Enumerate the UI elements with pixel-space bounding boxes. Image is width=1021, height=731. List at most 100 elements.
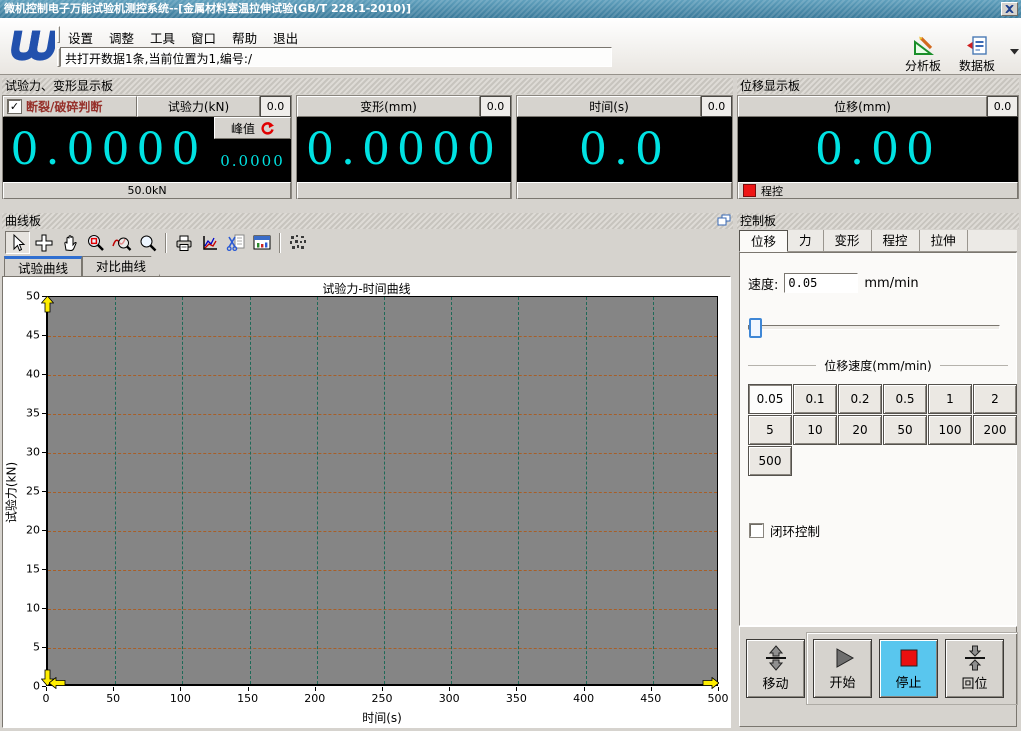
export-curve-icon[interactable]	[197, 231, 222, 254]
speed-preset-100[interactable]: 100	[928, 415, 972, 445]
curve-window-icon[interactable]	[249, 231, 274, 254]
move-tool-icon[interactable]	[31, 231, 56, 254]
displacement-display: 0.00	[738, 117, 1018, 182]
force-channel-label[interactable]: 试验力(kN)	[137, 96, 260, 117]
curve-tab-试验曲线[interactable]: 试验曲线	[4, 256, 83, 276]
speed-slider-thumb[interactable]	[749, 318, 762, 338]
deform-channel-label[interactable]: 变形(mm)	[297, 96, 480, 117]
deform-bottom-bar	[297, 182, 511, 199]
force-display-panel: 试验力、变形显示板 ✓ 断裂/破碎判断 试验力(kN) 0.0 0.0000 峰…	[2, 78, 733, 207]
speed-preset-1[interactable]: 1	[928, 384, 972, 414]
y-tick-mark	[42, 413, 46, 414]
force-range-label: 50.0kN	[3, 182, 291, 199]
time-channel-label[interactable]: 时间(s)	[517, 96, 701, 117]
home-button[interactable]: 回位	[945, 639, 1004, 698]
speed-preset-0.5[interactable]: 0.5	[883, 384, 927, 414]
speed-group-title: 位移速度(mm/min)	[740, 357, 1016, 374]
analysis-panel-button[interactable]: 分析板	[897, 34, 949, 74]
speed-slider[interactable]	[748, 318, 1000, 338]
speed-preset-200[interactable]: 200	[973, 415, 1017, 445]
speed-preset-5[interactable]: 5	[748, 415, 792, 445]
x-tick-mark	[180, 687, 182, 691]
menubar: 设置 调整 工具 窗口 帮助 退出	[60, 26, 306, 46]
v-gridline-250	[384, 297, 385, 684]
h-gridline-25	[48, 492, 717, 493]
panel-float-button[interactable]	[717, 214, 731, 229]
v-gridline-300	[451, 297, 453, 684]
displacement-channel-label[interactable]: 位移(mm)	[738, 96, 987, 117]
control-tab-拉伸[interactable]: 拉伸	[920, 230, 968, 251]
y-tick-label: 45	[26, 328, 40, 342]
h-gridline-45	[48, 336, 717, 337]
copy-curve-icon[interactable]	[223, 231, 248, 254]
break-judge-checkbox[interactable]: ✓ 断裂/破碎判断	[3, 96, 137, 117]
titlebar: 微机控制电子万能试验机测控系统--[金属材料室温拉伸试验(GB/T 228.1-…	[0, 0, 1021, 18]
control-tab-变形[interactable]: 变形	[824, 230, 872, 251]
x-tick-mark	[516, 687, 518, 691]
h-gridline-30	[48, 453, 717, 454]
closed-loop-checkbox[interactable]: 闭环控制	[749, 521, 820, 540]
zoom-region-tool-icon[interactable]	[83, 231, 108, 254]
menu-item-退出[interactable]: 退出	[265, 26, 306, 46]
toolbar-overflow-button[interactable]	[1010, 44, 1019, 58]
speed-preset-0.05[interactable]: 0.05	[748, 384, 792, 414]
curve-tab-对比曲线[interactable]: 对比曲线	[82, 256, 160, 276]
control-tab-位移[interactable]: 位移	[739, 230, 789, 252]
v-gridline-350	[518, 297, 520, 684]
h-gridline-10	[48, 609, 717, 610]
pointer-tool-icon[interactable]	[5, 231, 30, 254]
menu-item-设置[interactable]: 设置	[60, 26, 101, 46]
speed-preset-500[interactable]: 500	[748, 446, 792, 476]
print-curve-icon[interactable]	[171, 231, 196, 254]
force-overlay-value: 0.0	[260, 96, 291, 117]
y-tick-mark	[42, 491, 46, 492]
window-title: 微机控制电子万能试验机测控系统--[金属材料室温拉伸试验(GB/T 228.1-…	[4, 2, 411, 15]
float-window-icon	[717, 214, 731, 226]
zoom-fit-tool-icon[interactable]	[109, 231, 134, 254]
speed-input[interactable]	[784, 273, 859, 293]
speed-preset-20[interactable]: 20	[838, 415, 882, 445]
grid-pattern-icon[interactable]	[285, 231, 310, 254]
closed-loop-checkbox-box[interactable]	[749, 523, 764, 538]
control-tab-程控[interactable]: 程控	[872, 230, 920, 251]
start-button[interactable]: 开始	[813, 639, 872, 698]
peak-reset-icon[interactable]	[260, 121, 274, 135]
speed-preset-50[interactable]: 50	[883, 415, 927, 445]
x-axis-max-arrow-icon	[702, 677, 719, 689]
pan-hand-tool-icon[interactable]	[57, 231, 82, 254]
data-panel-icon	[967, 36, 987, 55]
y-axis-max-arrow-icon	[41, 296, 54, 313]
x-tick-label: 150	[237, 692, 259, 705]
speed-preset-2[interactable]: 2	[973, 384, 1017, 414]
menu-item-工具[interactable]: 工具	[142, 26, 183, 46]
y-tick-mark	[42, 647, 46, 648]
control-content: 速度: mm/min 位移速度(mm/min) 0.050.10.20.512 5…	[739, 252, 1017, 626]
v-gridline-450	[652, 297, 654, 684]
x-tick-mark	[449, 687, 451, 691]
y-tick-mark	[42, 374, 46, 375]
x-tick-label: 350	[505, 692, 527, 705]
menu-item-调整[interactable]: 调整	[101, 26, 142, 46]
y-tick-mark	[42, 608, 46, 609]
menu-item-窗口[interactable]: 窗口	[183, 26, 224, 46]
speed-preset-0.1[interactable]: 0.1	[793, 384, 837, 414]
menu-item-帮助[interactable]: 帮助	[224, 26, 265, 46]
peak-header[interactable]: 峰值	[214, 117, 291, 139]
zoom-tool-icon[interactable]	[135, 231, 160, 254]
control-tab-力[interactable]: 力	[788, 230, 824, 251]
y-tick-mark	[42, 530, 46, 531]
move-button[interactable]: 移动	[746, 639, 805, 698]
plot-area[interactable]	[46, 296, 718, 686]
data-panel-label: 数据板	[958, 59, 995, 73]
x-tick-label: 0	[42, 692, 50, 705]
speed-preset-10[interactable]: 10	[793, 415, 837, 445]
speed-preset-grid: 0.05 0.1 0.2 0.5 1 2 5 10 20 50 100 200 500	[748, 384, 1017, 476]
close-button[interactable]	[1001, 2, 1018, 16]
x-tick-label: 300	[438, 692, 460, 705]
control-panel: 控制板 位移力变形程控拉伸 速度: mm/min 位移速度(mm/min) 0.…	[737, 213, 1019, 729]
displacement-panel-title: 位移显示板	[737, 78, 1019, 94]
stop-button[interactable]: 停止	[879, 639, 938, 698]
x-tick-label: 400	[573, 692, 595, 705]
data-panel-button[interactable]: 数据板	[951, 34, 1003, 74]
speed-preset-0.2[interactable]: 0.2	[838, 384, 882, 414]
